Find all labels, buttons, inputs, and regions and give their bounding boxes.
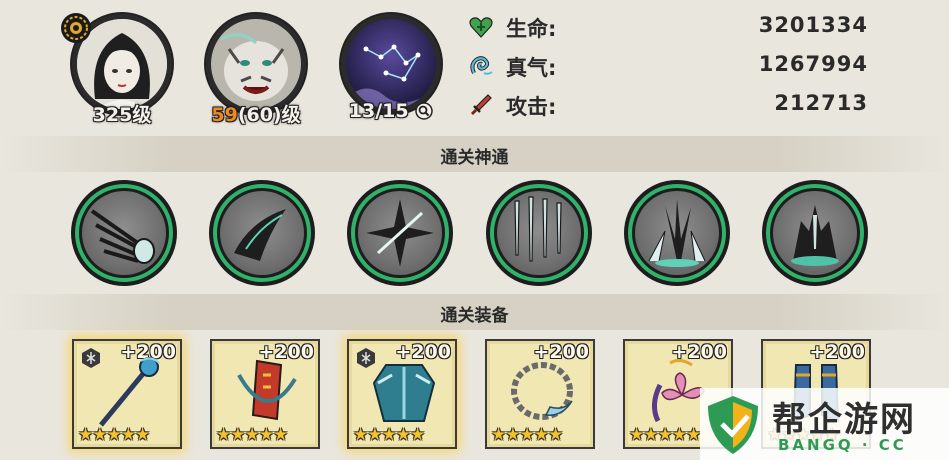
star-rating: ★★★★★ [353, 425, 425, 445]
constellation-progress: 13/15 [326, 100, 456, 122]
bow-scroll-item-icon [227, 355, 307, 427]
qi-swirl-icon [468, 53, 494, 79]
skill-slot-6[interactable] [762, 180, 868, 286]
constellation-portrait[interactable] [341, 14, 441, 114]
constellation-progress-text: 13/15 [348, 100, 409, 122]
stat-value-qi: 1267994 [758, 52, 868, 76]
equipment-section-title: 通关装备 [440, 306, 509, 326]
skill-slot-1[interactable] [71, 180, 177, 286]
stat-label-qi: 真气: [506, 56, 557, 80]
skill-slot-2[interactable] [209, 180, 315, 286]
skill-slot-5[interactable] [624, 180, 730, 286]
heart-plus-icon [468, 14, 494, 40]
watermark: 帮企游网 BANGQ · CC [700, 388, 949, 460]
star-burst-skill-icon [358, 191, 442, 275]
star-rating: ★★★★★ [629, 425, 701, 445]
equipment-slot-4[interactable]: +200 ★★★★★ [485, 339, 595, 449]
star-rating: ★★★★★ [78, 425, 150, 445]
pet-level: 59(60)级 [191, 100, 321, 127]
stat-row-qi: 真气: 1267994 [462, 49, 874, 85]
tiger-avatar [211, 19, 301, 109]
wing-blade-skill-icon [220, 191, 304, 275]
skills-section-title: 通关神通 [440, 148, 509, 168]
stat-row-hp: 生命: 3201334 [462, 10, 874, 46]
star-rating: ★★★★★ [216, 425, 288, 445]
stat-label-attack: 攻击: [506, 95, 557, 119]
sword-icon [468, 92, 494, 118]
equipment-section-header: 通关装备 [0, 294, 949, 330]
player-level: 325级 [92, 104, 152, 126]
stat-value-attack: 212713 [774, 91, 868, 115]
skills-section-header: 通关神通 [0, 136, 949, 172]
staff-item-icon [89, 355, 169, 427]
skill-slot-3[interactable] [347, 180, 453, 286]
falling-swords-skill-icon [497, 191, 581, 275]
bead-necklace-item-icon [502, 355, 582, 427]
constellation-avatar [346, 19, 436, 109]
shield-logo-icon [704, 394, 762, 456]
armor-item-icon [364, 355, 444, 427]
equipment-slot-2[interactable]: +200 ★★★★★ [210, 339, 320, 449]
spike-burst-skill-icon [635, 191, 719, 275]
watermark-domain: BANGQ · CC [778, 436, 907, 454]
watermark-brand: 帮企游网 [772, 400, 916, 440]
skill-slot-4[interactable] [486, 180, 592, 286]
magnifier-icon[interactable] [415, 102, 433, 120]
stat-label-hp: 生命: [506, 17, 557, 41]
claw-slash-skill-icon [82, 191, 166, 275]
equipment-slot-3[interactable]: +200 ★★★★★ [347, 339, 457, 449]
pet-level-rest: (60)级 [237, 104, 301, 126]
sun-badge-icon [60, 12, 92, 44]
equipment-slot-1[interactable]: +200 ★★★★★ [72, 339, 182, 449]
sword-tomb-skill-icon [773, 191, 857, 275]
star-rating: ★★★★★ [491, 425, 563, 445]
pet-level-current: 59 [211, 104, 238, 126]
pet-portrait[interactable] [206, 14, 306, 114]
stat-value-hp: 3201334 [758, 13, 868, 37]
stat-row-attack: 攻击: 212713 [462, 88, 874, 124]
